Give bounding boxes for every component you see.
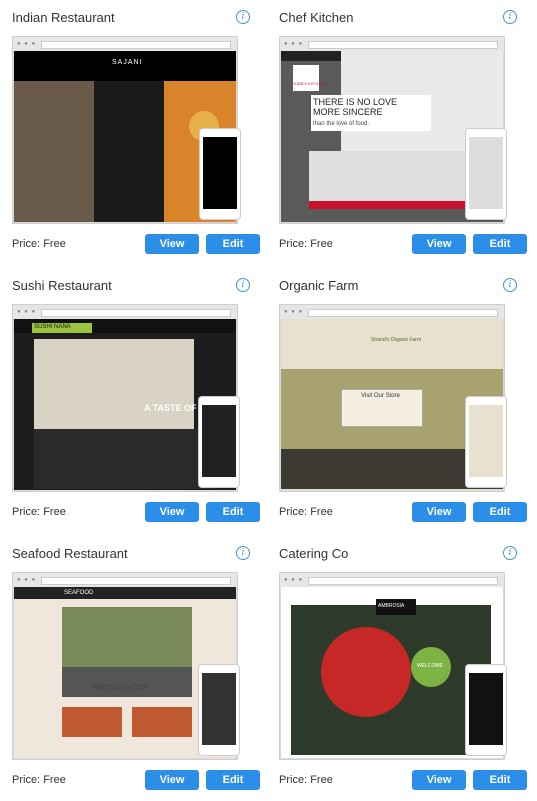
template-card-indian: Indian Restaurant i ● ● ● SAJANI Price: … [12,10,260,260]
edit-button[interactable]: Edit [206,770,260,790]
view-button[interactable]: View [412,770,466,790]
info-icon[interactable]: i [503,10,517,24]
template-title: Catering Co [279,546,349,561]
template-title: Seafood Restaurant [12,546,128,561]
edit-button[interactable]: Edit [206,502,260,522]
template-title: Indian Restaurant [12,10,115,25]
template-card-seafood: Seafood Restaurant i ● ● ● SEAFOOD FRESH… [12,546,260,796]
edit-button[interactable]: Edit [473,502,527,522]
edit-button[interactable]: Edit [473,234,527,254]
template-title: Chef Kitchen [279,10,354,25]
mobile-preview [198,664,240,756]
info-icon[interactable]: i [503,546,517,560]
template-title: Sushi Restaurant [12,278,112,293]
mobile-preview [198,396,240,488]
view-button[interactable]: View [145,502,199,522]
template-card-catering: Catering Co i ● ● ● AMBROSIA WELCOME Pri… [279,546,527,796]
template-title: Organic Farm [279,278,359,293]
info-icon[interactable]: i [503,278,517,292]
info-icon[interactable]: i [236,546,250,560]
template-card-sushi: Sushi Restaurant i ● ● ● SUSHI NANA A TA… [12,278,260,528]
mobile-preview [465,396,507,488]
info-icon[interactable]: i [236,278,250,292]
edit-button[interactable]: Edit [206,234,260,254]
edit-button[interactable]: Edit [473,770,527,790]
view-button[interactable]: View [145,234,199,254]
mobile-preview [465,128,507,220]
view-button[interactable]: View [145,770,199,790]
mobile-preview [465,664,507,756]
view-button[interactable]: View [412,502,466,522]
view-button[interactable]: View [412,234,466,254]
template-card-chef: Chef Kitchen i ● ● ● JUDE'S KITCHEN THER… [279,10,527,260]
template-card-organic: Organic Farm i ● ● ● Strand's Organic Fa… [279,278,527,528]
mobile-preview [199,128,241,220]
info-icon[interactable]: i [236,10,250,24]
